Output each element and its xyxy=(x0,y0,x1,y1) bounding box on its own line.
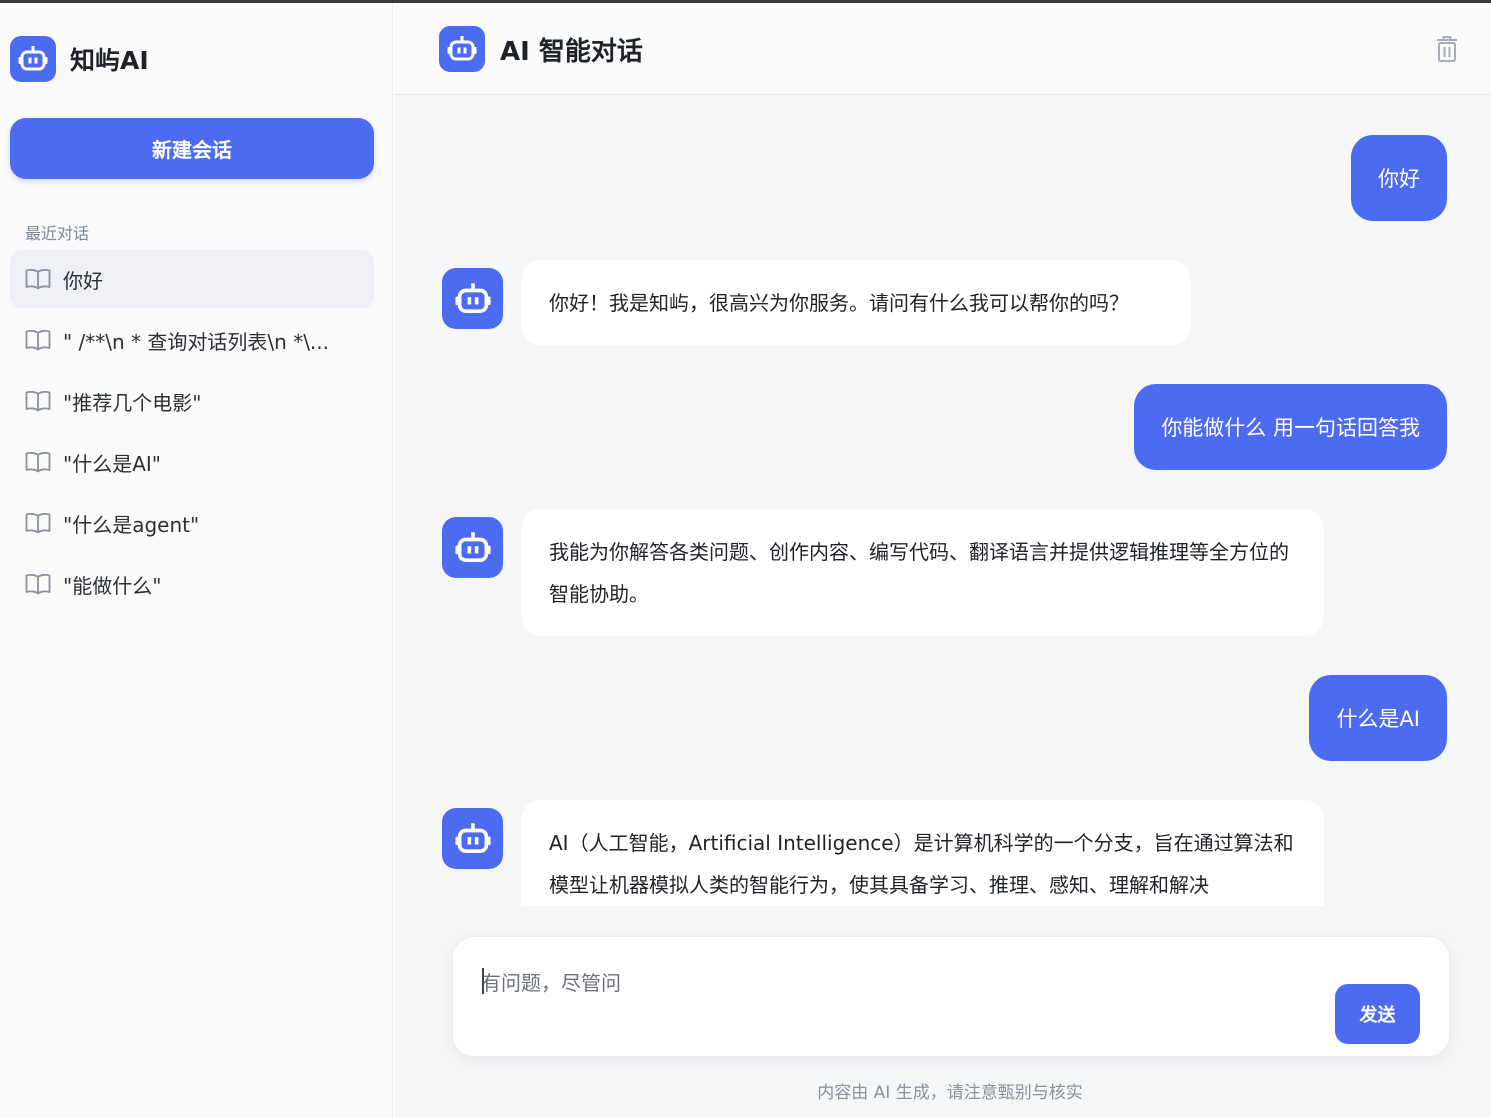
message-input[interactable] xyxy=(481,965,1301,1001)
message-list: 你好 你好！我是知屿，很高兴为你服务。请问有什么我可以帮你的吗？ 你能做什么 用… xyxy=(394,96,1491,906)
conversation-label: "什么是AI" xyxy=(63,451,161,476)
conversation-item[interactable]: "什么是AI" xyxy=(10,433,374,491)
brand-name: 知屿AI xyxy=(70,46,149,75)
sidebar: 知屿AI 新建会话 最近对话 你好 " /**\n * 查询对话列表\n *\.… xyxy=(0,3,393,1118)
user-message: 你好 xyxy=(1351,135,1447,221)
conversation-label: "能做什么" xyxy=(63,573,162,598)
robot-icon xyxy=(442,808,503,869)
conversation-item[interactable]: "能做什么" xyxy=(10,555,374,613)
user-message: 什么是AI xyxy=(1309,675,1447,761)
chat-main: AI 智能对话 你好 你好！我是知屿，很高兴为你服务。请问有什么我可以帮你的吗？… xyxy=(394,3,1491,1118)
book-icon xyxy=(25,329,51,351)
page-title: AI 智能对话 xyxy=(500,37,643,67)
robot-icon xyxy=(439,26,485,72)
send-button[interactable]: 发送 xyxy=(1335,984,1420,1044)
conversation-label: 你好 xyxy=(63,268,103,293)
robot-icon xyxy=(10,36,56,82)
conversation-item[interactable]: " /**\n * 查询对话列表\n *\... xyxy=(10,311,374,369)
new-chat-button[interactable]: 新建会话 xyxy=(10,118,374,179)
conversation-item[interactable]: 你好 xyxy=(10,250,374,308)
conversation-label: "推荐几个电影" xyxy=(63,390,202,415)
assistant-message: AI（人工智能，Artificial Intelligence）是计算机科学的一… xyxy=(521,800,1324,906)
chat-header: AI 智能对话 xyxy=(394,3,1491,95)
conversation-label: "什么是agent" xyxy=(63,512,200,537)
conversation-item[interactable]: "什么是agent" xyxy=(10,494,374,552)
disclaimer-note: 内容由 AI 生成，请注意甄别与核实 xyxy=(817,1083,1083,1103)
user-message: 你能做什么 用一句话回答我 xyxy=(1134,384,1447,470)
brand: 知屿AI xyxy=(10,36,149,82)
book-icon xyxy=(25,390,51,412)
robot-icon xyxy=(442,517,503,578)
conversation-list: 你好 " /**\n * 查询对话列表\n *\... "推荐几个电影" "什么… xyxy=(10,250,374,616)
book-icon xyxy=(25,451,51,473)
book-icon xyxy=(25,573,51,595)
robot-icon xyxy=(442,268,503,329)
conversation-item[interactable]: "推荐几个电影" xyxy=(10,372,374,430)
book-icon xyxy=(25,512,51,534)
conversation-label: " /**\n * 查询对话列表\n *\... xyxy=(63,329,330,354)
assistant-message: 你好！我是知屿，很高兴为你服务。请问有什么我可以帮你的吗？ xyxy=(521,260,1191,345)
composer: 发送 xyxy=(452,936,1450,1057)
text-caret xyxy=(482,968,484,994)
trash-icon[interactable] xyxy=(1432,33,1462,65)
book-icon xyxy=(25,268,51,290)
assistant-message: 我能为你解答各类问题、创作内容、编写代码、翻译语言并提供逻辑推理等全方位的智能协… xyxy=(521,509,1324,636)
recent-conversations-label: 最近对话 xyxy=(25,224,90,243)
